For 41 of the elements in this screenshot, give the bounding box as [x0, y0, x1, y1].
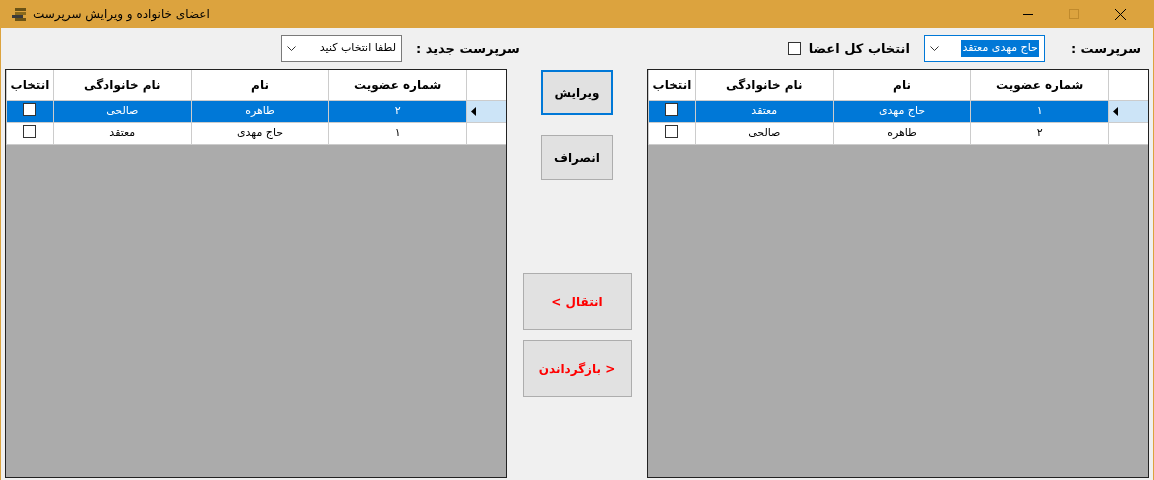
- table-cell: ۱: [970, 101, 1109, 123]
- column-header[interactable]: شماره عضویت: [328, 70, 467, 100]
- checkbox[interactable]: [665, 103, 679, 116]
- column-header[interactable]: نام خانوادگی: [694, 70, 833, 100]
- column-header[interactable]: نام: [832, 70, 971, 100]
- window-title: اعضای خانواده و ویرایش سرپرست: [33, 6, 210, 23]
- table-cell: معتقد: [694, 101, 833, 123]
- column-header[interactable]: انتخاب: [6, 70, 53, 100]
- column-header[interactable]: نام: [190, 70, 329, 100]
- table-cell: ۲: [970, 123, 1109, 145]
- table-cell: صالحی: [694, 123, 833, 145]
- new-supervisor-label: سرپرست جدید :: [416, 39, 520, 58]
- column-header[interactable]: شماره عضویت: [970, 70, 1109, 100]
- supervisor-dropdown[interactable]: حاج مهدی معتقد: [923, 35, 1045, 62]
- current-row-icon: [471, 107, 477, 116]
- dropdown-caret-icon: [287, 46, 296, 51]
- coins-icon: [11, 7, 27, 21]
- row-header[interactable]: [466, 101, 506, 123]
- close-icon: [1114, 8, 1126, 20]
- checkbox[interactable]: [23, 103, 37, 116]
- supervisor-label: سرپرست :: [1070, 39, 1141, 58]
- action-button[interactable]: ویرایش: [541, 70, 613, 115]
- table-cell: حاج مهدی: [190, 123, 329, 145]
- column-header[interactable]: نام خانوادگی: [52, 70, 191, 100]
- table-cell: ۱: [328, 123, 467, 145]
- table-cell: طاهره: [832, 123, 971, 145]
- table-cell: معتقد: [52, 123, 191, 145]
- select-all-label: انتخاب کل اعضا: [808, 39, 910, 58]
- column-header[interactable]: انتخاب: [648, 70, 695, 100]
- table-cell: طاهره: [190, 101, 329, 123]
- table-cell: حاج مهدی: [832, 101, 971, 123]
- action-button[interactable]: انصراف: [541, 135, 613, 180]
- table-cell: ۲: [328, 101, 467, 123]
- checkbox[interactable]: [787, 42, 801, 55]
- new-supervisor-dropdown[interactable]: لطفا انتخاب کنید: [281, 35, 402, 62]
- current-row-icon: [1113, 107, 1119, 116]
- row-header[interactable]: [1108, 101, 1148, 123]
- table-cell: صالحی: [52, 101, 191, 123]
- checkbox[interactable]: [23, 125, 37, 138]
- dropdown-caret-icon: [929, 46, 939, 51]
- checkbox[interactable]: [665, 125, 679, 138]
